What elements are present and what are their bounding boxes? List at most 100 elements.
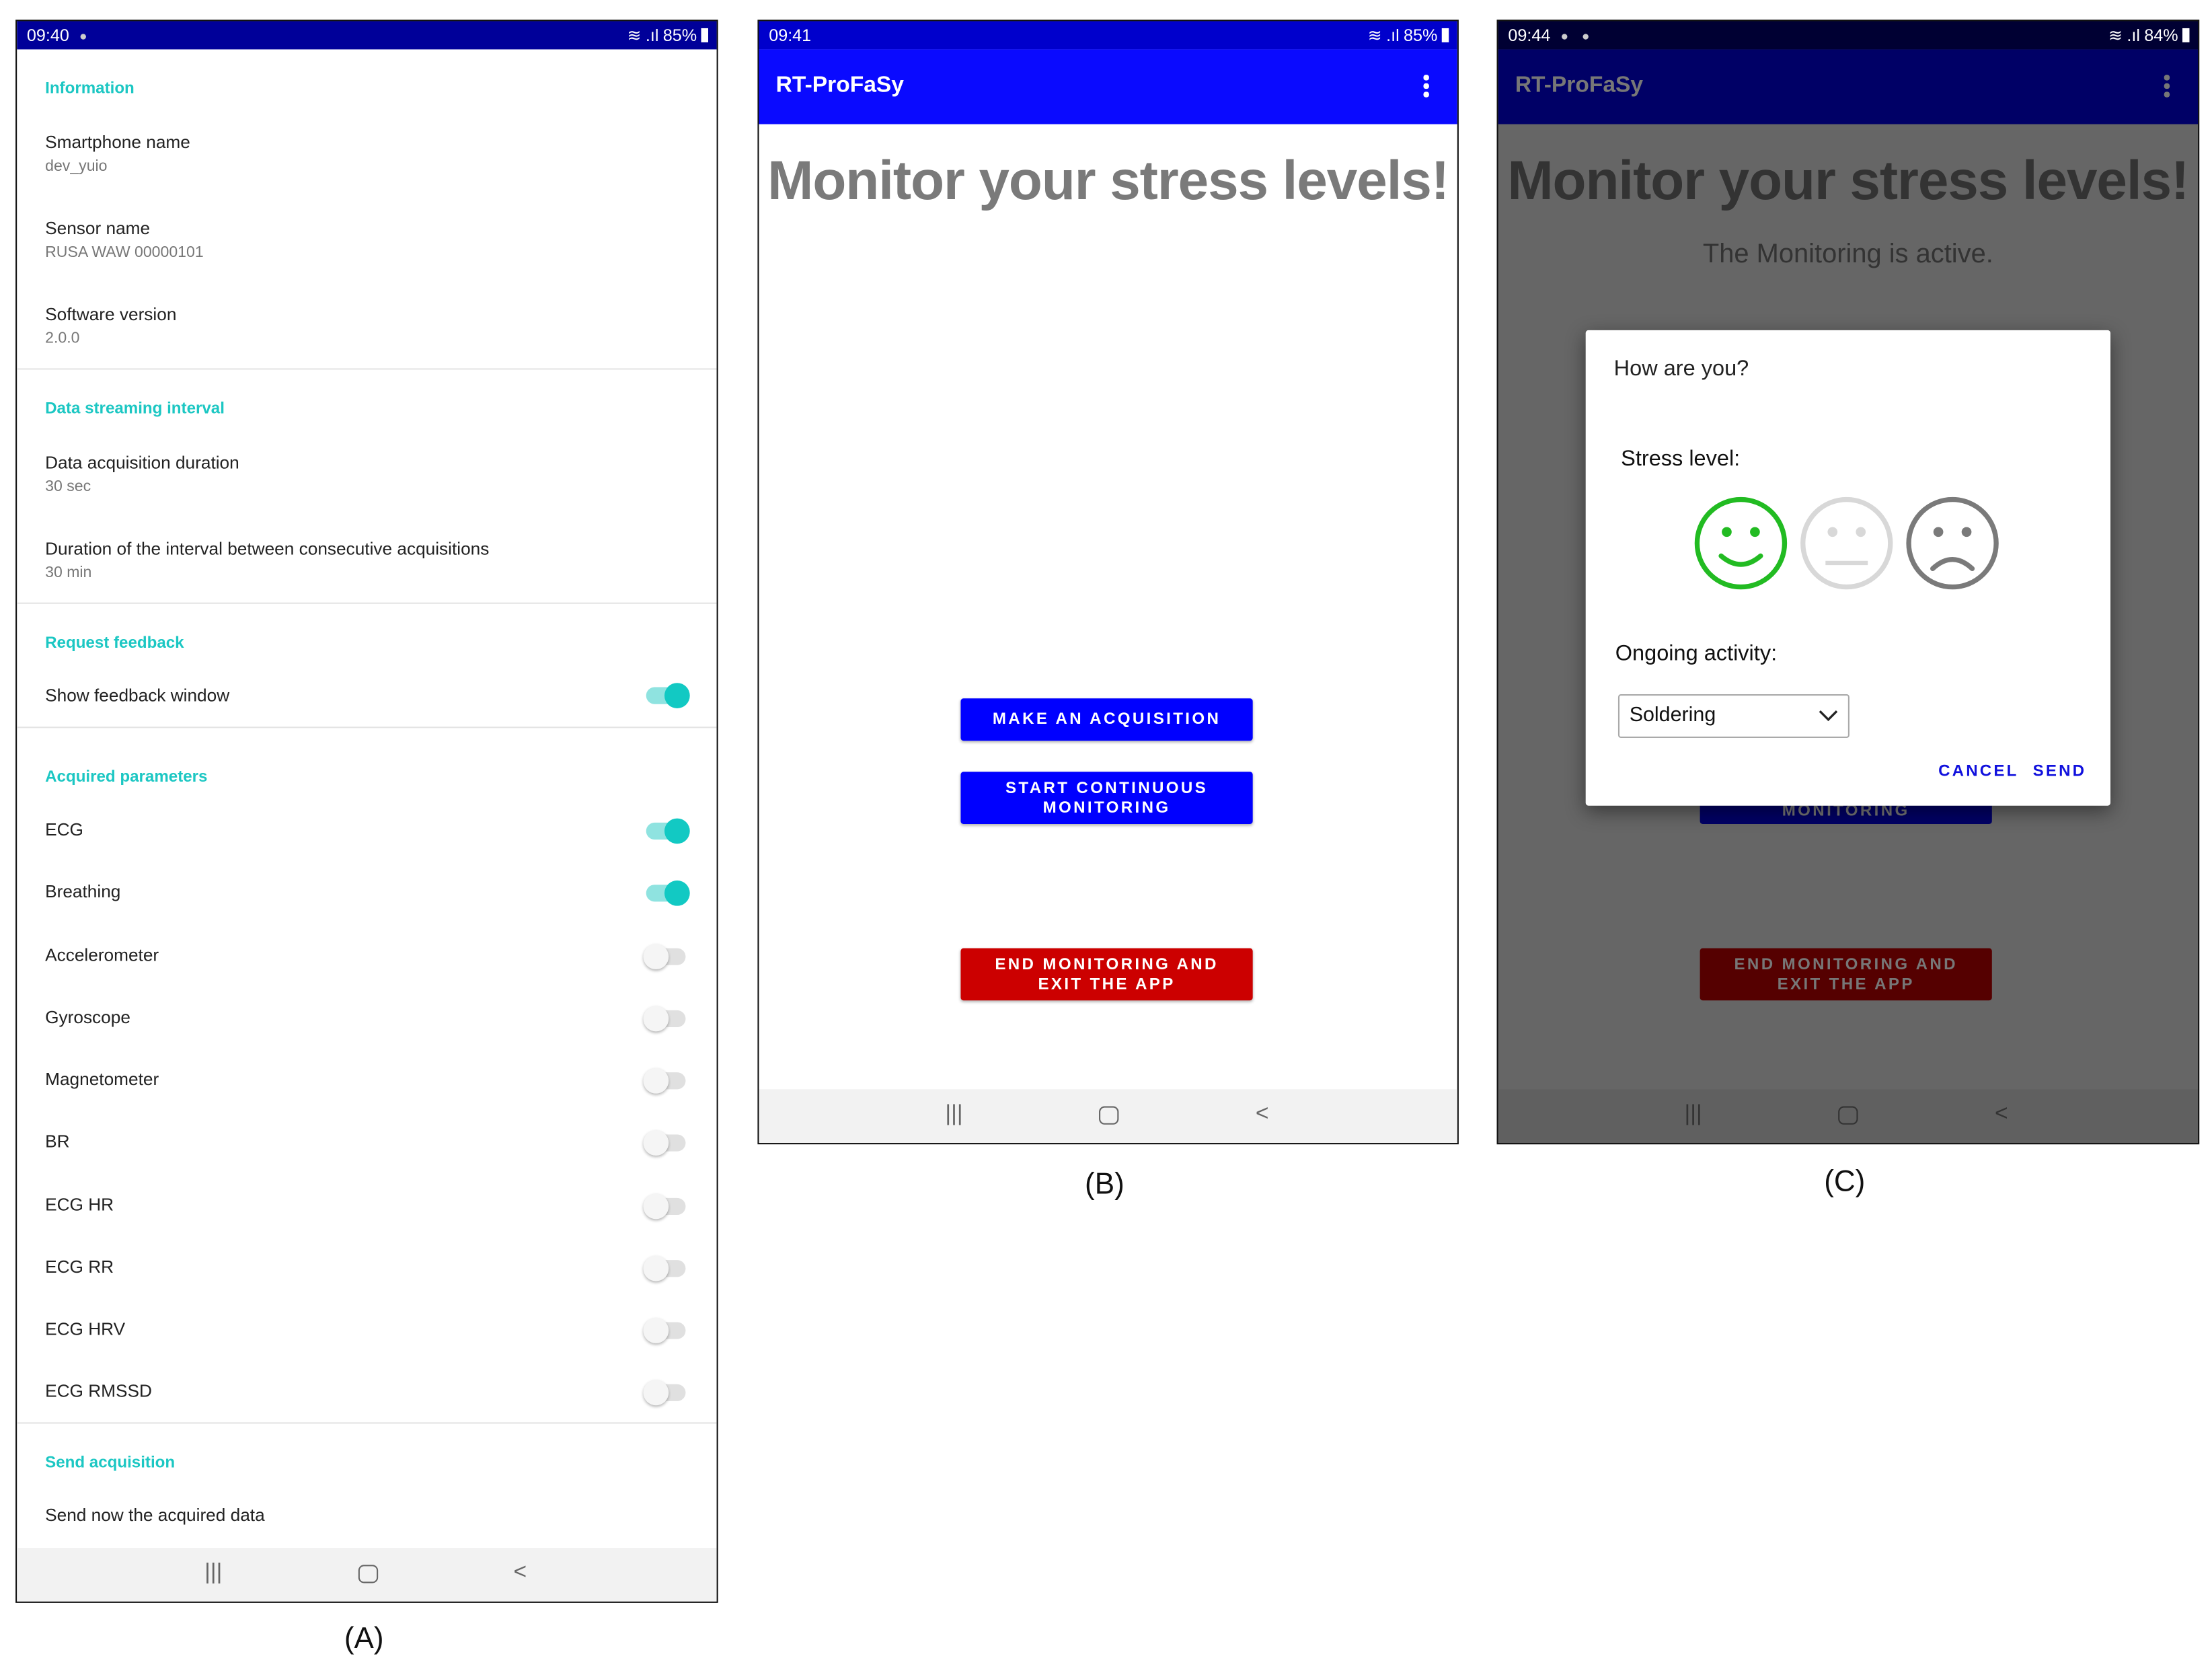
send-now-item[interactable]: Send now the acquired data: [45, 1505, 265, 1525]
neutral-face-icon[interactable]: [1800, 496, 1893, 590]
overflow-menu-icon[interactable]: [2164, 75, 2170, 100]
app-bar: RT-ProFaSy: [1498, 49, 2199, 124]
pref-value: 2.0.0: [45, 330, 80, 348]
app-title: RT-ProFaSy: [1515, 73, 1644, 98]
signal-icon: .ıl: [1386, 25, 1400, 46]
wifi-icon: ≋: [1367, 25, 1382, 46]
sad-face-icon[interactable]: [1906, 496, 1999, 590]
parameter-toggle[interactable]: [646, 880, 690, 906]
button-label: END MONITORING AND: [1734, 956, 1958, 973]
back-icon[interactable]: <: [1256, 1102, 1269, 1127]
parameter-label: ECG HR: [45, 1195, 114, 1216]
parameter-label: ECG: [45, 819, 83, 840]
battery-percent: 85%: [1404, 25, 1438, 46]
parameter-toggle[interactable]: [646, 818, 690, 844]
battery-percent: 84%: [2144, 25, 2178, 46]
section-feedback: Request feedback: [45, 634, 184, 652]
section-information: Information: [45, 80, 135, 98]
parameter-label: ECG RMSSD: [45, 1381, 152, 1401]
app-bar: RT-ProFaSy: [759, 49, 1457, 124]
divider: [17, 1422, 717, 1424]
pref-value: RUSA WAW 00000101: [45, 244, 204, 262]
battery-icon: [1441, 28, 1449, 42]
back-icon[interactable]: <: [514, 1561, 527, 1586]
notification-icon: [80, 34, 86, 40]
recent-apps-icon[interactable]: |||: [945, 1102, 962, 1127]
navigation-bar: ||| <: [759, 1089, 1457, 1144]
home-icon[interactable]: [1838, 1106, 1858, 1125]
pref-title: Software version: [45, 305, 177, 325]
navigation-bar: ||| <: [17, 1548, 717, 1602]
pref-value: 30 min: [45, 564, 92, 582]
app-title: RT-ProFaSy: [775, 73, 904, 98]
wifi-icon: ≋: [2108, 25, 2123, 46]
signal-icon: .ıl: [2127, 25, 2140, 46]
parameter-toggle[interactable]: [643, 1380, 686, 1406]
pref-title: Duration of the interval between consecu…: [45, 539, 490, 559]
ongoing-activity-label: Ongoing activity:: [1615, 642, 1778, 667]
parameter-toggle[interactable]: [643, 1255, 686, 1281]
parameter-label: Accelerometer: [45, 945, 159, 965]
divider: [17, 368, 717, 370]
parameter-label: ECG HRV: [45, 1319, 126, 1339]
caption-a: (A): [344, 1622, 384, 1655]
activity-select[interactable]: Soldering: [1617, 694, 1849, 739]
button-label: START CONTINUOUS: [1005, 779, 1209, 797]
notification-icon: [1582, 34, 1589, 40]
home-icon[interactable]: [358, 1565, 379, 1583]
parameter-toggle[interactable]: [643, 1193, 686, 1220]
parameter-toggle[interactable]: [643, 1130, 686, 1156]
pref-value: dev_yuio: [45, 157, 108, 176]
show-feedback-label: Show feedback window: [45, 685, 230, 706]
parameter-toggle[interactable]: [643, 1006, 686, 1032]
make-acquisition-button[interactable]: MAKE AN ACQUISITION: [960, 698, 1253, 741]
recent-apps-icon[interactable]: |||: [204, 1561, 222, 1586]
main-screen: 09:41 ≋ .ıl 85% RT-ProFaSy Monitor your st…: [757, 20, 1459, 1145]
feedback-screen: 09:44 ≋ .ıl 84% RT-ProFaSy Monitor your st…: [1496, 20, 2200, 1145]
overflow-menu-icon[interactable]: [1423, 75, 1428, 100]
pref-title: Data acquisition duration: [45, 453, 239, 473]
parameter-label: ECG RR: [45, 1257, 114, 1277]
pref-title: Sensor name: [45, 219, 151, 239]
stress-faces: [1694, 496, 1999, 590]
cancel-button[interactable]: CANCEL: [1938, 763, 2018, 780]
section-send: Send acquisition: [45, 1454, 176, 1472]
home-icon[interactable]: [1099, 1106, 1119, 1125]
divider: [17, 602, 717, 604]
button-label: EXIT THE APP: [1038, 975, 1176, 993]
end-monitoring-button-dimmed: END MONITORING AND EXIT THE APP: [1700, 948, 1992, 1001]
parameter-label: BR: [45, 1131, 70, 1152]
battery-percent: 85%: [662, 25, 697, 46]
caption-b: (B): [1085, 1168, 1124, 1201]
status-bar: 09:41 ≋ .ıl 85%: [759, 21, 1457, 50]
parameter-label: Magnetometer: [45, 1069, 159, 1090]
parameter-toggle[interactable]: [643, 1068, 686, 1094]
parameter-toggle[interactable]: [643, 944, 686, 970]
end-monitoring-button[interactable]: END MONITORING AND EXIT THE APP: [960, 948, 1253, 1001]
divider: [17, 726, 717, 729]
status-bar: 09:44 ≋ .ıl 84%: [1498, 21, 2199, 50]
battery-icon: [701, 28, 708, 42]
happy-face-icon[interactable]: [1694, 496, 1788, 590]
recent-apps-icon[interactable]: |||: [1685, 1102, 1702, 1127]
navigation-bar: ||| <: [1498, 1089, 2199, 1144]
status-bar: 09:40 ≋ .ıl 85%: [17, 21, 717, 50]
status-time: 09:44: [1508, 25, 1551, 46]
activity-select-value: Soldering: [1629, 704, 1716, 727]
settings-screen: 09:40 ≋ .ıl 85% Information Smartphone nam…: [15, 20, 718, 1603]
chevron-down-icon: [1819, 710, 1838, 722]
wifi-icon: ≋: [627, 25, 642, 46]
show-feedback-toggle[interactable]: [646, 683, 690, 708]
dialog-title: How are you?: [1613, 357, 1749, 381]
send-button[interactable]: SEND: [2033, 763, 2087, 780]
back-icon[interactable]: <: [1995, 1102, 2008, 1127]
pref-value: 30 sec: [45, 478, 91, 496]
section-streaming: Data streaming interval: [45, 400, 225, 418]
pref-title: Smartphone name: [45, 133, 190, 153]
start-monitoring-button[interactable]: START CONTINUOUS MONITORING: [960, 772, 1253, 824]
notification-icon: [1562, 34, 1568, 40]
monitoring-status: The Monitoring is active.: [1702, 239, 1993, 270]
parameter-toggle[interactable]: [643, 1318, 686, 1343]
status-time: 09:40: [26, 25, 69, 46]
signal-icon: .ıl: [645, 25, 659, 46]
